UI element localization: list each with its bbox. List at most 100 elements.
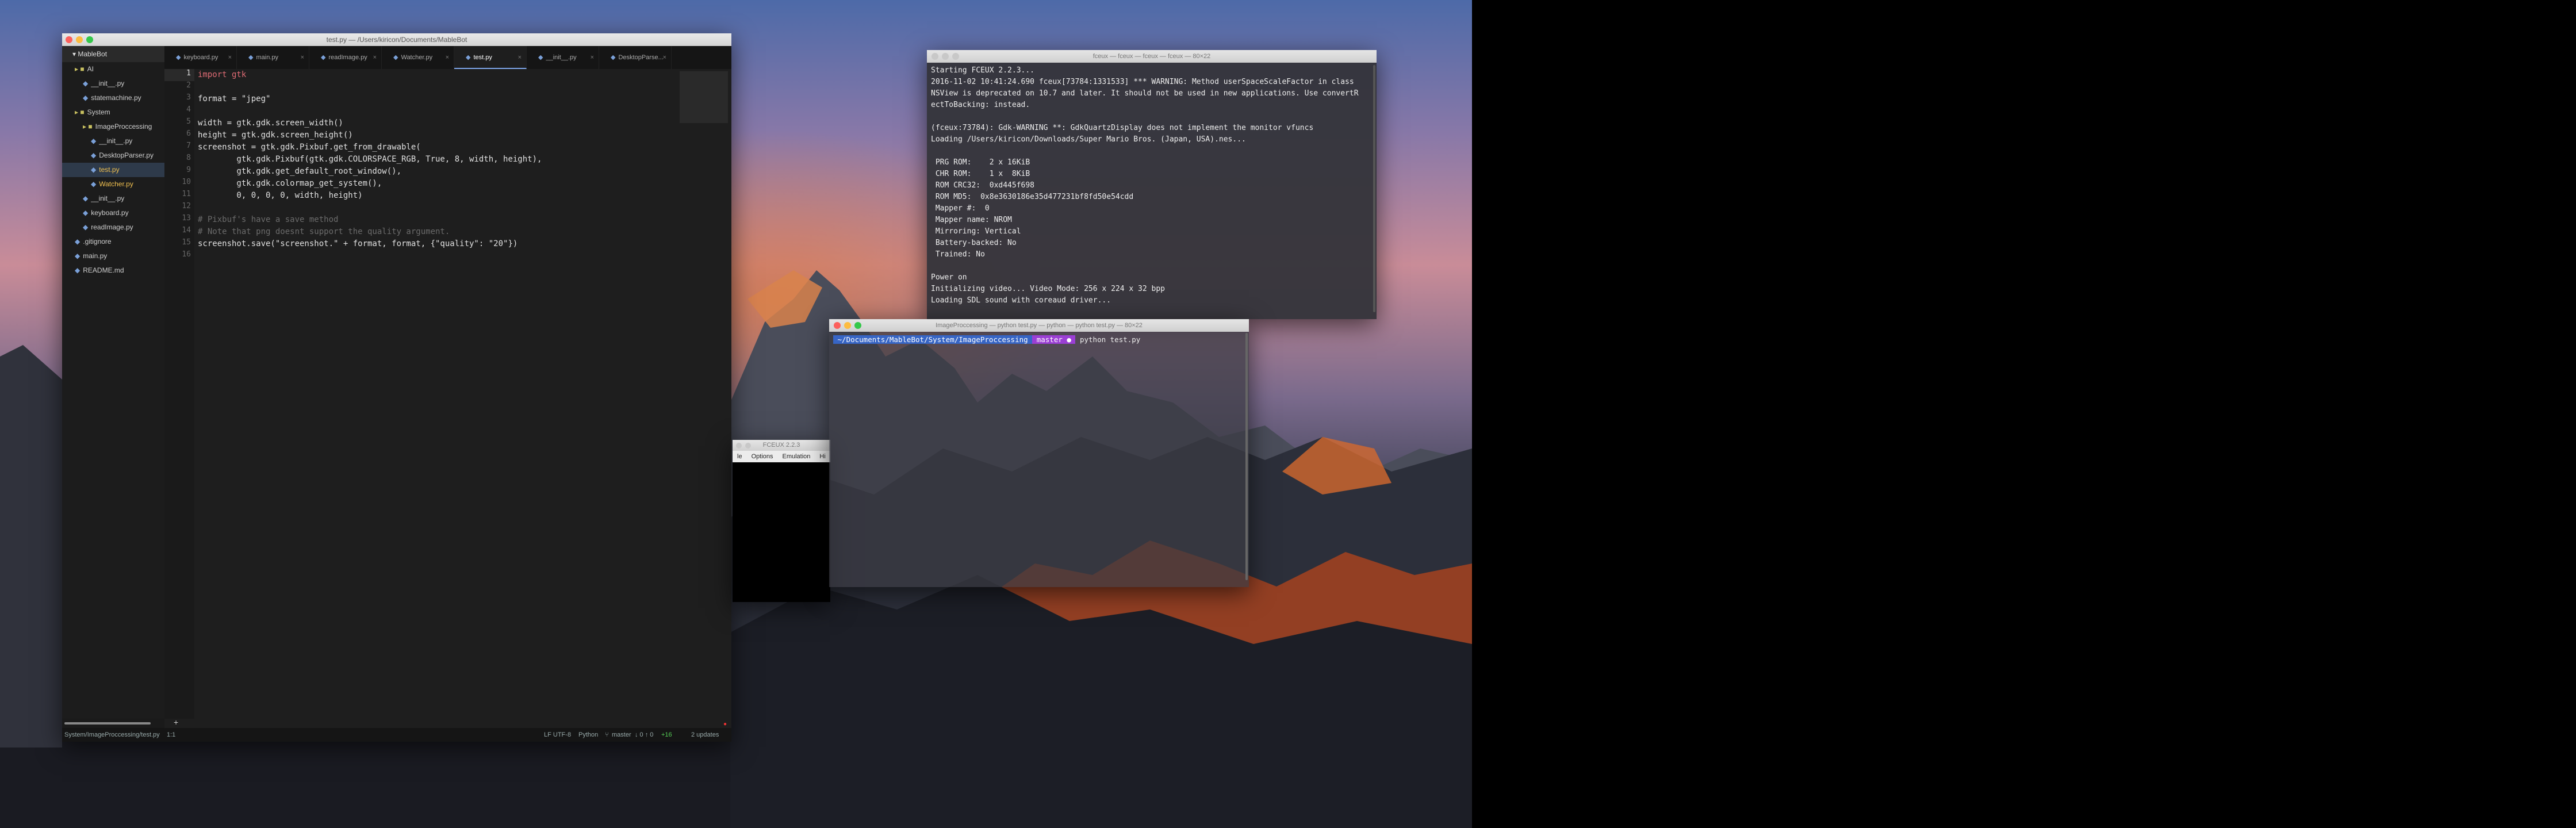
editor-title-bar[interactable]: test.py — /Users/kiricon/Documents/Mable… xyxy=(62,33,731,46)
terminal-line: (fceux:73784): Gdk-WARNING **: GdkQuartz… xyxy=(931,124,1314,132)
line-number: 4 xyxy=(186,105,191,114)
prompt-branch: master ● xyxy=(1032,335,1076,344)
line-number: 14 xyxy=(182,226,191,235)
terminal-scrollbar[interactable] xyxy=(1373,65,1375,312)
terminal-line: 2016-11-02 10:41:24.690 fceux[73784:1331… xyxy=(931,78,1354,86)
python-file-icon: ◆ xyxy=(466,54,471,61)
tree-item[interactable]: ◆ .gitignore xyxy=(62,235,164,249)
status-grammar[interactable]: Python xyxy=(578,728,598,742)
zoom-button[interactable] xyxy=(854,322,861,329)
minimize-button[interactable] xyxy=(745,442,751,448)
close-button[interactable] xyxy=(66,36,72,43)
fceux-title-bar[interactable]: FCEUX 2.2.3 xyxy=(733,440,830,451)
editor-tab[interactable]: ◆ __init__.py × xyxy=(527,46,599,69)
status-file-path[interactable]: System/ImageProccessing/test.py xyxy=(64,728,160,742)
status-diff[interactable]: +16 xyxy=(661,728,672,742)
git-branch-icon: ⑂ xyxy=(605,731,609,738)
close-tab-icon[interactable]: × xyxy=(373,46,377,69)
editor-tab[interactable]: ◆ keyboard.py × xyxy=(164,46,237,69)
tree-item-label: statemachine.py xyxy=(91,94,141,102)
close-tab-icon[interactable]: × xyxy=(228,46,232,69)
terminal-line: Mapper name: NROM xyxy=(931,216,1012,224)
terminal-title-bar[interactable]: ImageProccessing — python test.py — pyth… xyxy=(829,319,1249,332)
menu-emulation[interactable]: Emulation xyxy=(782,451,810,462)
status-fetch-counts[interactable]: ↓ 0 ↑ 0 xyxy=(635,728,653,742)
menu-file[interactable]: le xyxy=(737,451,742,462)
status-encoding[interactable]: LF UTF-8 xyxy=(544,728,571,742)
line-number: 11 xyxy=(182,190,191,198)
close-tab-icon[interactable]: × xyxy=(446,46,449,69)
file-icon: ◆ xyxy=(75,266,80,274)
line-number: 7 xyxy=(186,141,191,150)
zoom-button[interactable] xyxy=(952,53,959,60)
menu-options[interactable]: Options xyxy=(752,451,773,462)
terminal-line: Mapper #: 0 xyxy=(931,204,990,213)
menu-help[interactable]: Hi xyxy=(819,451,825,462)
terminal-scrollbar[interactable] xyxy=(1245,333,1248,580)
tree-item[interactable]: ▸ ■ System xyxy=(62,105,164,120)
minimap[interactable] xyxy=(680,71,728,123)
tree-item[interactable]: ◆ README.md xyxy=(62,263,164,278)
editor-tab[interactable]: ◆ readImage.py × xyxy=(309,46,382,69)
tree-scrollbar[interactable]: + xyxy=(62,718,178,728)
close-button[interactable] xyxy=(736,442,742,448)
close-button[interactable] xyxy=(931,53,938,60)
tree-item[interactable]: ◆ main.py xyxy=(62,249,164,263)
terminal-line: NSView is deprecated on 10.7 and later. … xyxy=(931,89,1359,98)
minimize-button[interactable] xyxy=(844,322,851,329)
tab-label: __init__.py xyxy=(546,54,577,61)
editor-tab[interactable]: ◆ DesktopParse... × xyxy=(599,46,672,69)
tree-item[interactable]: ◆ statemachine.py xyxy=(62,91,164,105)
terminal-output[interactable]: ~/Documents/MableBot/System/ImageProcces… xyxy=(829,332,1249,348)
folder-icon: ▸ ■ xyxy=(83,122,93,131)
tree-item[interactable]: ◆ test.py xyxy=(62,163,164,177)
terminal-output[interactable]: Starting FCEUX 2.2.3... 2016-11-02 10:41:… xyxy=(927,63,1377,309)
file-icon: ◆ xyxy=(91,180,97,188)
tree-item[interactable]: ▸ ■ AI xyxy=(62,62,164,76)
terminal-fceux-window: fceux — fceux — fceux — fceux — 80×22 St… xyxy=(927,50,1377,319)
status-branch[interactable]: master xyxy=(612,728,631,742)
tree-item[interactable]: ◆ Watcher.py xyxy=(62,177,164,191)
file-icon: ◆ xyxy=(91,166,97,174)
tree-item-label: __init__.py xyxy=(91,194,125,202)
editor-tab[interactable]: ◆ main.py × xyxy=(237,46,309,69)
close-tab-icon[interactable]: × xyxy=(591,46,594,69)
close-tab-icon[interactable]: × xyxy=(518,46,522,69)
python-file-icon: ◆ xyxy=(176,54,181,61)
tree-item[interactable]: ◆ readImage.py xyxy=(62,220,164,235)
zoom-button[interactable] xyxy=(86,36,93,43)
tree-item[interactable]: ◆ __init__.py xyxy=(62,191,164,206)
minimize-button[interactable] xyxy=(76,36,83,43)
tree-item[interactable]: ◆ keyboard.py xyxy=(62,206,164,220)
file-icon: ◆ xyxy=(91,137,97,145)
code-line: gtk.gdk.Pixbuf(gtk.gdk.COLORSPACE_RGB, T… xyxy=(198,155,542,164)
status-cursor[interactable]: 1:1 xyxy=(167,728,175,742)
add-icon[interactable]: + xyxy=(174,718,178,727)
code-line: width = gtk.gdk.screen_width() xyxy=(198,118,343,128)
tab-bar: ◆ keyboard.py × ◆ main.py × ◆ readImage.py × ◆ Wat… xyxy=(164,46,731,69)
close-tab-icon[interactable]: × xyxy=(663,46,666,69)
alert-icon[interactable]: ● xyxy=(723,718,727,731)
tab-label: test.py xyxy=(473,54,492,61)
editor-tab[interactable]: ◆ Watcher.py × xyxy=(382,46,454,69)
close-button[interactable] xyxy=(834,322,841,329)
status-updates[interactable]: 2 updates xyxy=(691,728,719,742)
tree-item[interactable]: ◆ __init__.py xyxy=(62,76,164,91)
editor-tab[interactable]: ◆ test.py × xyxy=(454,46,527,69)
tree-item[interactable]: ◆ __init__.py xyxy=(62,134,164,148)
terminal-title-bar[interactable]: fceux — fceux — fceux — fceux — 80×22 xyxy=(927,50,1377,63)
close-tab-icon[interactable]: × xyxy=(301,46,304,69)
tree-item[interactable]: ▸ ■ ImageProccessing xyxy=(62,120,164,134)
tree-items: ▸ ■ AI ◆ __init__.py ◆ statemachine.py ▸ ■ Syst… xyxy=(62,62,164,278)
emulator-screen[interactable] xyxy=(733,462,830,602)
line-number: 15 xyxy=(182,238,191,247)
tree-item[interactable]: ◆ DesktopParser.py xyxy=(62,148,164,163)
code-area[interactable]: import gtk format = "jpeg" width = gtk.gdk… xyxy=(198,69,668,719)
line-number: 8 xyxy=(186,154,191,162)
minimize-button[interactable] xyxy=(942,53,949,60)
project-root[interactable]: ▾ MableBot xyxy=(62,46,164,62)
